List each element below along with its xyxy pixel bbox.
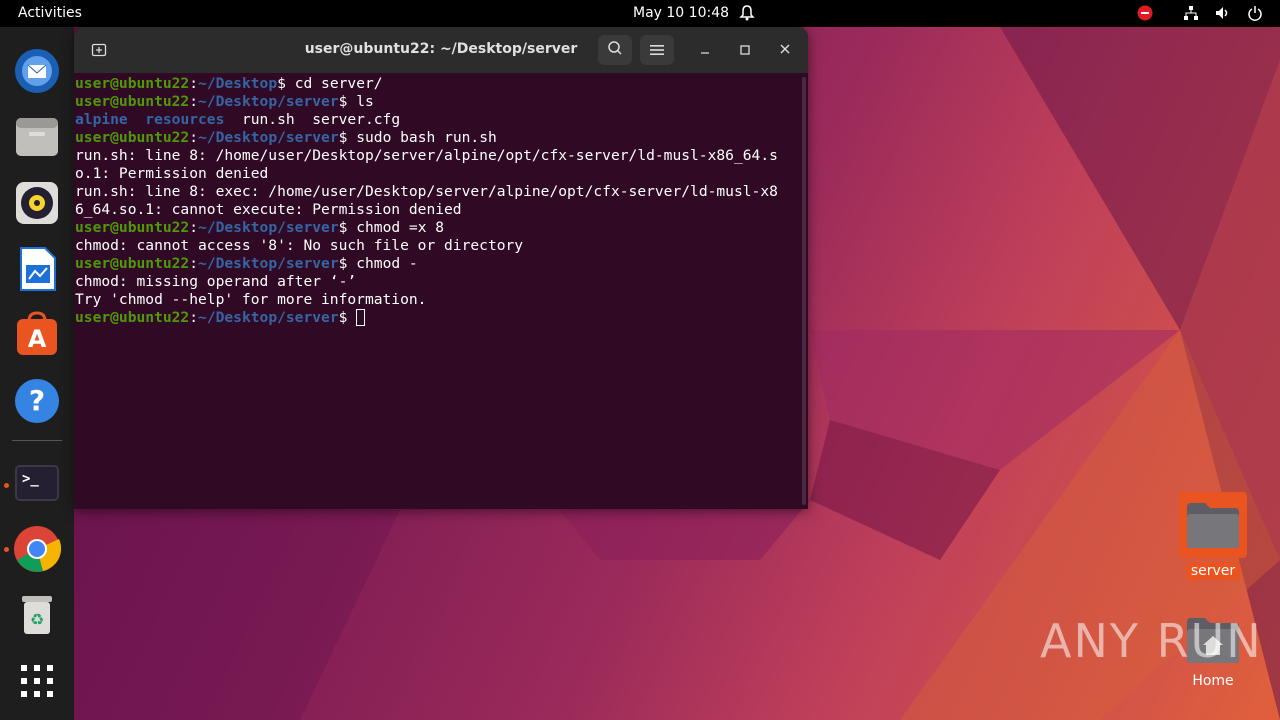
svg-text:A: A: [28, 325, 47, 353]
prompt-user: user@ubuntu22: [75, 219, 190, 236]
desktop-icon-label: Home: [1192, 673, 1234, 689]
rhythmbox-icon[interactable]: [13, 179, 61, 227]
ls-directory: resources: [145, 111, 225, 128]
minimize-button[interactable]: [696, 41, 714, 59]
terminal-line: user@ubuntu22:~/Desktop$ cd server/: [75, 75, 799, 93]
terminal-line: run.sh: line 8: exec: /home/user/Desktop…: [75, 183, 778, 200]
power-icon[interactable]: [1246, 4, 1264, 22]
prompt-colon: :: [189, 309, 199, 326]
ls-directory: alpine: [75, 111, 128, 128]
terminal-output[interactable]: user@ubuntu22:~/Desktop$ cd server/user@…: [75, 75, 799, 327]
prompt-colon: :: [189, 255, 199, 272]
terminal-line: run.sh: line 8: /home/user/Desktop/serve…: [75, 147, 778, 164]
chrome-icon[interactable]: [13, 525, 62, 573]
help-icon[interactable]: ?: [13, 377, 61, 425]
prompt-path: ~/Desktop: [198, 75, 278, 92]
prompt-dollar: $: [277, 75, 286, 92]
terminal-line: Try 'chmod --help' for more information.: [75, 291, 427, 308]
prompt-user: user@ubuntu22: [75, 93, 190, 110]
files-icon[interactable]: [13, 113, 61, 161]
running-indicator: [4, 483, 9, 488]
folder-icon: [1179, 492, 1247, 558]
top-bar: Activities May 10 10:48: [0, 0, 1280, 27]
command-text: cd server/: [285, 75, 383, 92]
watermark: ANY RUN: [1040, 614, 1263, 668]
ls-files: run.sh server.cfg: [241, 111, 401, 128]
terminal-line: alpine resources run.sh server.cfg: [75, 111, 799, 129]
prompt-path: ~/Desktop/server: [198, 255, 339, 272]
prompt-user: user@ubuntu22: [75, 129, 190, 146]
terminal-line: chmod: cannot access '8': No such file o…: [75, 237, 524, 254]
prompt-user: user@ubuntu22: [75, 75, 190, 92]
prompt-path: ~/Desktop/server: [198, 129, 339, 146]
hamburger-icon: [650, 41, 664, 60]
desktop-icon-server[interactable]: server: [1178, 492, 1248, 580]
search-icon: [607, 40, 623, 60]
dock-separator: [12, 440, 62, 441]
close-icon: [780, 43, 790, 58]
prompt-user: user@ubuntu22: [75, 309, 190, 326]
command-text: chmod =x 8: [347, 219, 445, 236]
terminal-line: user@ubuntu22:~/Desktop/server$ chmod -: [75, 255, 799, 273]
dock: A ? >_ ♻: [0, 27, 74, 720]
command-text: [347, 309, 356, 326]
prompt-colon: :: [189, 75, 199, 92]
terminal-icon[interactable]: >_: [13, 459, 61, 507]
prompt-colon: :: [189, 93, 199, 110]
libreoffice-writer-icon[interactable]: [13, 245, 61, 293]
prompt-path: ~/Desktop/server: [198, 93, 339, 110]
search-button[interactable]: [598, 35, 632, 65]
prompt-path: ~/Desktop/server: [198, 309, 339, 326]
prompt-path: ~/Desktop/server: [198, 219, 339, 236]
volume-icon[interactable]: [1214, 4, 1232, 22]
menu-button[interactable]: [640, 35, 674, 65]
do-not-disturb-icon[interactable]: [1136, 4, 1154, 22]
terminal-line: user@ubuntu22:~/Desktop/server$ chmod =x…: [75, 219, 799, 237]
terminal-scrollbar[interactable]: [802, 77, 806, 505]
running-indicator: [4, 547, 9, 552]
trash-icon[interactable]: ♻: [13, 591, 61, 639]
clock[interactable]: May 10 10:48: [633, 5, 729, 21]
terminal-line: o.1: Permission denied: [75, 165, 269, 182]
command-text: chmod -: [347, 255, 418, 272]
svg-text:♻: ♻: [30, 610, 44, 629]
ubuntu-software-icon[interactable]: A: [13, 311, 61, 359]
terminal-line: user@ubuntu22:~/Desktop/server$: [75, 309, 799, 327]
thunderbird-icon[interactable]: [13, 47, 61, 95]
show-applications-icon[interactable]: [13, 657, 61, 705]
terminal-line: user@ubuntu22:~/Desktop/server$ sudo bas…: [75, 129, 799, 147]
terminal-line: chmod: missing operand after ‘-’: [75, 273, 357, 290]
activities-button[interactable]: Activities: [18, 5, 82, 21]
desktop-icon-label: server: [1185, 562, 1241, 580]
svg-text:?: ?: [29, 384, 45, 417]
close-button[interactable]: [776, 41, 794, 59]
notification-bell-icon[interactable]: [738, 4, 756, 22]
system-tray[interactable]: [1136, 4, 1264, 22]
prompt-colon: :: [189, 219, 199, 236]
text-cursor: [356, 309, 366, 326]
svg-text:>_: >_: [22, 471, 39, 487]
prompt-colon: :: [189, 129, 199, 146]
terminal-window[interactable]: user@ubuntu22: ~/Desktop/server user@ubu…: [74, 27, 808, 509]
maximize-button[interactable]: [736, 41, 754, 59]
terminal-headerbar[interactable]: user@ubuntu22: ~/Desktop/server: [74, 27, 808, 73]
network-icon[interactable]: [1182, 4, 1200, 22]
terminal-line: user@ubuntu22:~/Desktop/server$ ls: [75, 93, 799, 111]
terminal-line: 6_64.so.1: cannot execute: Permission de…: [75, 201, 462, 218]
command-text: sudo bash run.sh: [347, 129, 497, 146]
command-text: ls: [347, 93, 374, 110]
prompt-user: user@ubuntu22: [75, 255, 190, 272]
